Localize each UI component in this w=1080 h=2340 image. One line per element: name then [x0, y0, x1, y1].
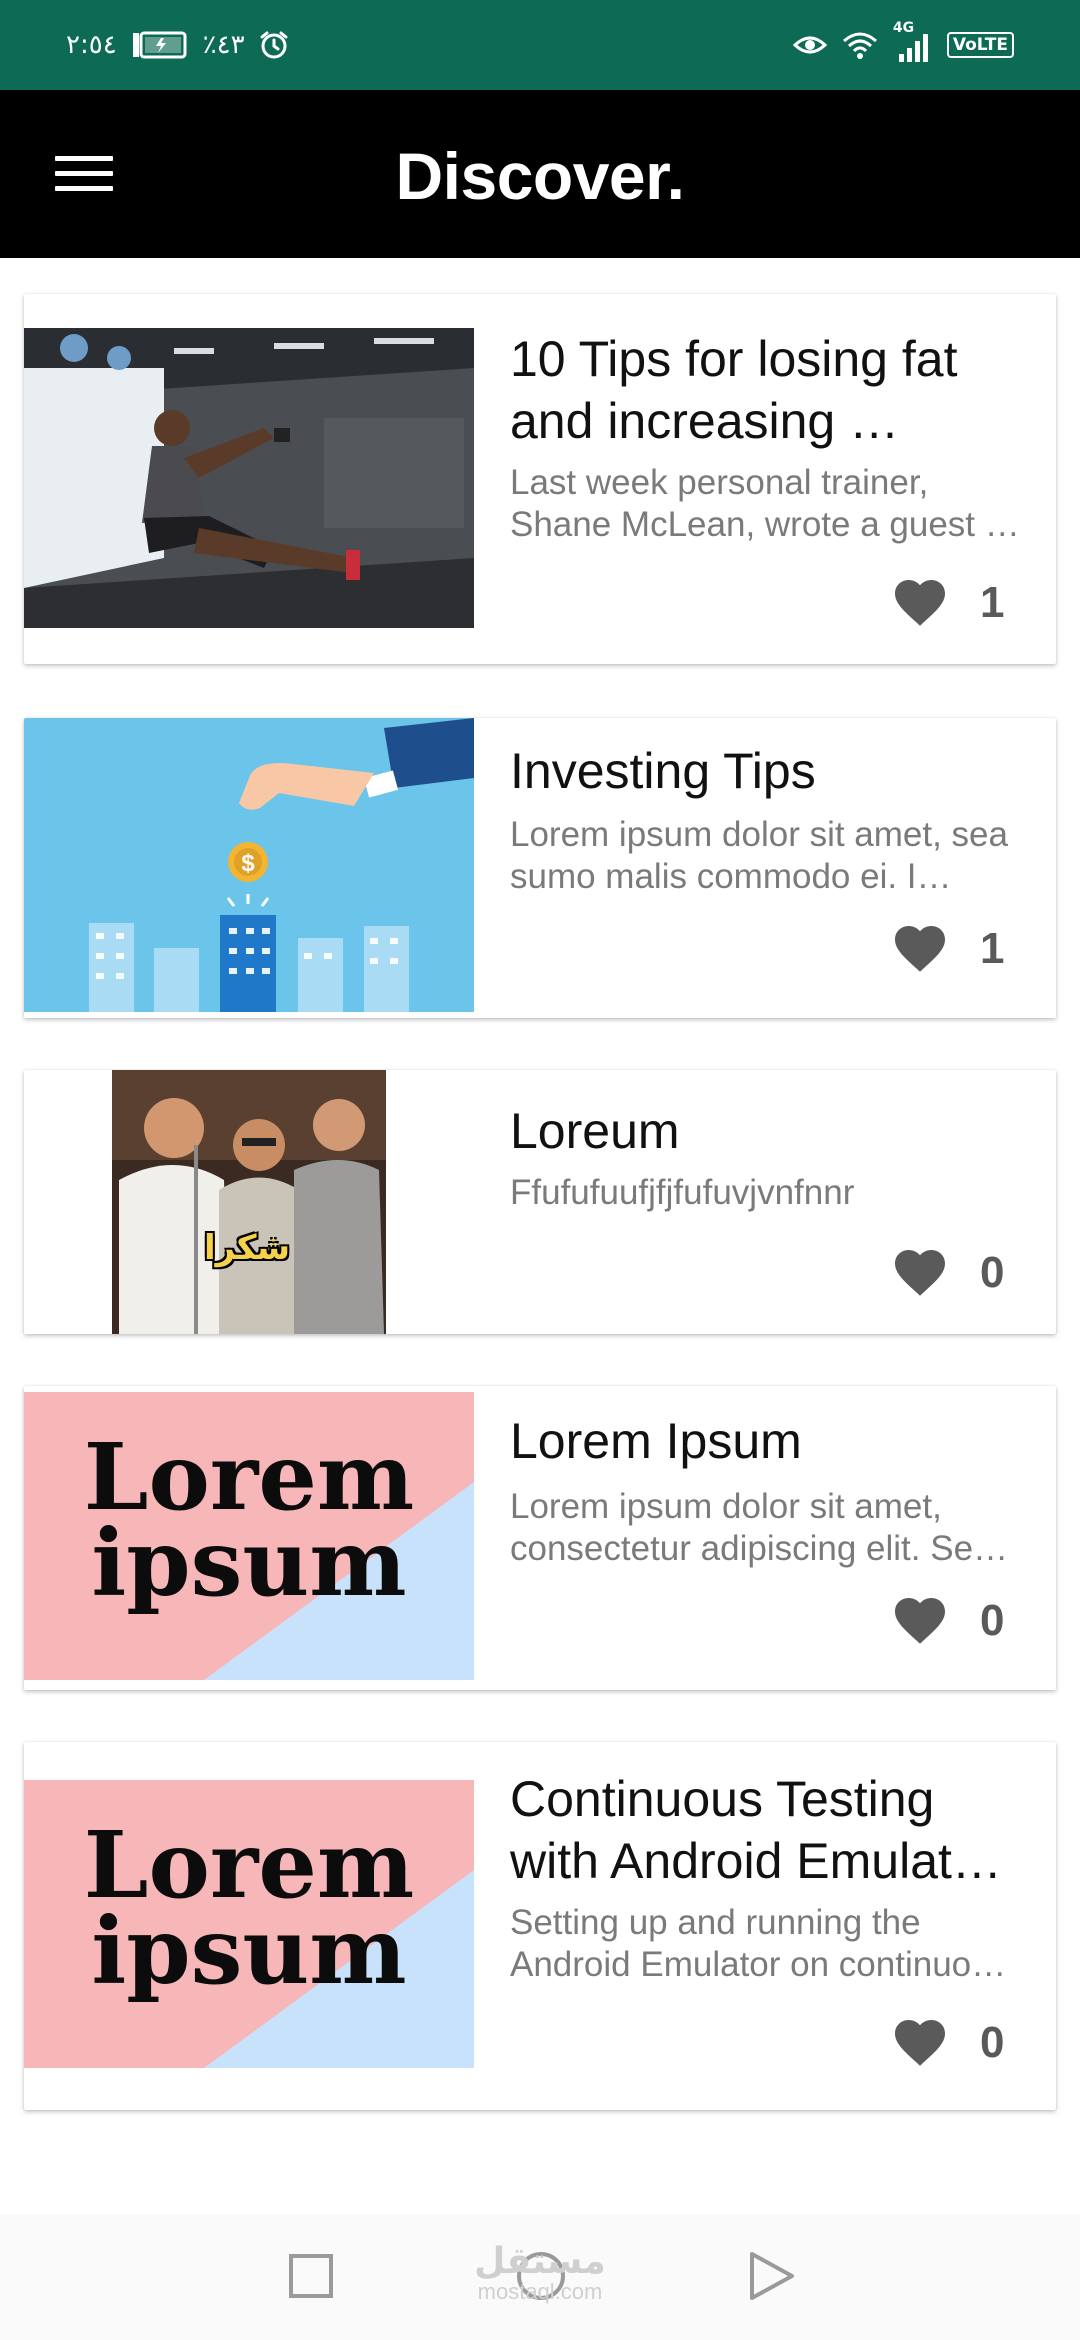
heart-icon[interactable]	[890, 572, 950, 633]
like-control: 0	[890, 1242, 1006, 1303]
article-thumbnail: Lorem ipsum	[24, 1780, 474, 2068]
article-thumbnail: $	[24, 718, 474, 1012]
heart-icon[interactable]	[890, 2012, 950, 2073]
article-title: Lorem Ipsum	[510, 1413, 802, 1469]
image-text: Lorem ipsum	[83, 1423, 415, 1617]
status-time: ٢:٥٤	[66, 30, 117, 60]
heart-icon[interactable]	[890, 1590, 950, 1651]
square-icon	[287, 2252, 335, 2305]
article-description: Lorem ipsum dolor sit amet, consectetur …	[510, 1487, 1009, 1568]
article-title: Continuous Testing with Android Emulat…	[510, 1771, 1002, 1889]
like-count: 1	[980, 923, 1005, 973]
image-text: Lorem ipsum	[83, 1811, 415, 2005]
like-control: 1	[890, 918, 1006, 979]
alarm-icon	[259, 30, 289, 60]
svg-text:$: $	[241, 850, 255, 877]
watermark-arabic: مستقل	[474, 2240, 606, 2281]
status-right: 4G VoLTE	[792, 20, 1014, 62]
article-thumbnail: شكرا	[24, 1070, 474, 1334]
article-card[interactable]: Lorem ipsum Lorem Ipsum Lorem ipsum dolo…	[24, 1386, 1056, 1690]
article-thumbnail	[24, 328, 474, 628]
article-thumbnail: Lorem ipsum	[24, 1392, 474, 1680]
back-button[interactable]	[726, 2236, 816, 2320]
article-card[interactable]: 10 Tips for losing fat and increasing … …	[24, 294, 1056, 664]
article-card[interactable]: شكرا Loreum Ffufufuufjfjfufuvjvnfnnr 0	[24, 1070, 1056, 1334]
article-title: Investing Tips	[510, 743, 816, 799]
article-description: Last week personal trainer, Shane McLean…	[510, 463, 1020, 544]
like-count: 0	[980, 1247, 1005, 1297]
battery-percent: ٪٤٣	[202, 30, 245, 60]
like-count: 0	[980, 2017, 1005, 2067]
article-card[interactable]: Lorem ipsum Continuous Testing with Andr…	[24, 1742, 1056, 2110]
battery-icon	[131, 31, 189, 59]
eye-comfort-icon	[792, 32, 827, 58]
triangle-back-icon	[746, 2250, 796, 2307]
network-type: 4G	[892, 20, 915, 36]
article-description: Setting up and running the Android Emula…	[510, 1903, 1007, 1984]
image-caption: شكرا	[204, 1228, 291, 1268]
article-description: Ffufufuufjfjfufuvjvnfnnr	[510, 1173, 855, 1212]
volte-badge: VoLTE	[946, 32, 1014, 58]
status-left: ٢:٥٤ ٪٤٣	[66, 30, 289, 60]
signal-icon: 4G	[893, 20, 933, 62]
article-title: Loreum	[510, 1103, 680, 1159]
recents-button[interactable]	[266, 2236, 356, 2320]
like-control: 1	[890, 572, 1006, 633]
article-title: 10 Tips for losing fat and increasing …	[510, 331, 958, 449]
status-bar: ٢:٥٤ ٪٤٣ 4G VoLTE	[0, 0, 1080, 90]
like-control: 0	[890, 1590, 1006, 1651]
article-description: Lorem ipsum dolor sit amet, sea sumo mal…	[510, 815, 1008, 896]
heart-icon[interactable]	[890, 918, 950, 979]
like-control: 0	[890, 2012, 1006, 2073]
wifi-icon	[841, 30, 879, 60]
like-count: 1	[980, 577, 1005, 627]
watermark: مستقل mostaql.com	[470, 2242, 610, 2304]
watermark-url: mostaql.com	[477, 2279, 603, 2304]
heart-icon[interactable]	[890, 1242, 950, 1303]
app-bar: Discover.	[0, 90, 1080, 258]
system-nav-bar: مستقل mostaql.com	[0, 2214, 1080, 2340]
article-card[interactable]: $ Investing Tips Lorem ipsum dolor sit a…	[24, 718, 1056, 1018]
like-count: 0	[980, 1595, 1005, 1645]
page-title: Discover.	[395, 139, 685, 213]
